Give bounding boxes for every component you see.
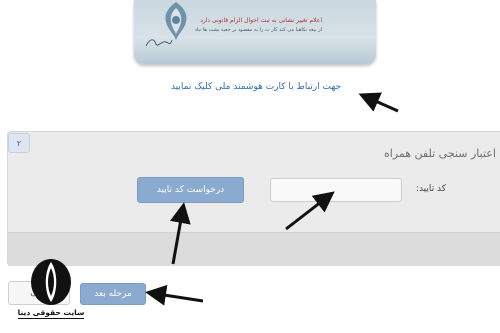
code-label: کد تایید:: [415, 184, 446, 194]
site-name: سایت حقوقی دینا: [17, 308, 85, 317]
site-watermark: سایت حقوقی دینا: [12, 258, 90, 333]
signature-icon: [145, 39, 173, 47]
banner-notice-line1: اعلام تغییر نشانی به ثبت احوال الزام قان…: [200, 17, 322, 24]
dina-logo-icon: [31, 259, 71, 305]
step-badge: ۲: [8, 133, 30, 153]
national-card-banner: اعلام تغییر نشانی به ثبت احوال الزام قان…: [134, 0, 376, 64]
verification-code-input[interactable]: [270, 178, 402, 202]
arrow-to-smart-link: [358, 92, 399, 113]
smart-card-link[interactable]: جهت ارتباط با کارت هوشمند ملی کلیک نمایی…: [165, 82, 347, 96]
section-title: اعتبار سنجی تلفن همراه: [384, 147, 496, 160]
arrow-to-next-button: [145, 284, 204, 306]
request-code-button[interactable]: درخواست کد تایید: [137, 177, 244, 203]
banner-notice-line2: از بیعه نکاهیا می کند کار ت را به مقصود …: [194, 27, 322, 33]
logo-underline: [18, 318, 84, 319]
